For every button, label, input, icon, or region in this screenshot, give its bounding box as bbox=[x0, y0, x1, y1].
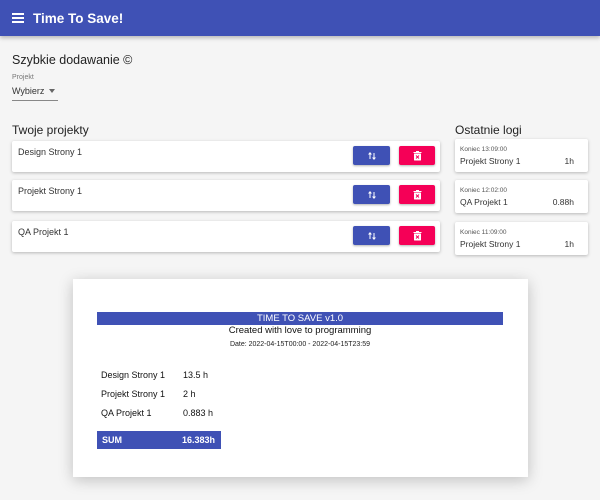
report-sum: SUM 16.383h bbox=[97, 431, 221, 449]
app-bar: Time To Save! bbox=[0, 0, 600, 36]
delete-icon bbox=[413, 150, 421, 160]
log-hours: 1h bbox=[564, 156, 574, 166]
project-card: QA Projekt 1 bbox=[12, 221, 440, 252]
hamburger-menu-icon[interactable] bbox=[12, 13, 24, 23]
log-end-time: Koniec 11:09:00 bbox=[460, 229, 507, 236]
report-row: Design Strony 1 13.5 h bbox=[101, 370, 208, 380]
project-select-label: Projekt bbox=[12, 74, 34, 81]
log-project: Projekt Strony 1 bbox=[460, 156, 521, 166]
swap-vertical-icon bbox=[367, 151, 376, 160]
projects-title: Twoje projekty bbox=[12, 123, 89, 137]
project-select[interactable]: Wybierz bbox=[12, 86, 58, 101]
log-hours: 1h bbox=[564, 239, 574, 249]
project-card: Projekt Strony 1 bbox=[12, 180, 440, 211]
swap-button[interactable] bbox=[353, 146, 390, 165]
log-card: Koniec 13:09:00 Projekt Strony 1 1h bbox=[455, 139, 588, 172]
app-title: Time To Save! bbox=[33, 10, 124, 26]
log-project: QA Projekt 1 bbox=[460, 197, 508, 207]
report-row-value: 2 h bbox=[183, 389, 196, 399]
report-sum-label: SUM bbox=[102, 435, 122, 445]
log-end-time: Koniec 13:09:00 bbox=[460, 146, 507, 153]
delete-button[interactable] bbox=[399, 185, 435, 204]
log-card: Koniec 11:09:00 Projekt Strony 1 1h bbox=[455, 222, 588, 255]
report-row-value: 13.5 h bbox=[183, 370, 209, 380]
project-card: Design Strony 1 bbox=[12, 141, 440, 172]
report-row-name: Design Strony 1 bbox=[101, 370, 166, 380]
dropdown-arrow-icon bbox=[49, 89, 56, 93]
log-hours: 0.88h bbox=[552, 197, 574, 207]
delete-button[interactable] bbox=[399, 146, 435, 165]
project-name: Design Strony 1 bbox=[18, 147, 83, 157]
project-name: Projekt Strony 1 bbox=[18, 186, 83, 196]
report-date: Date: 2022-04-15T00:00 - 2022-04-15T23:5… bbox=[229, 341, 371, 348]
report-preview: TIME TO SAVE v1.0 Created with love to p… bbox=[73, 279, 528, 477]
report-row: QA Projekt 1 0.883 h bbox=[101, 408, 213, 418]
log-project: Projekt Strony 1 bbox=[460, 239, 521, 249]
project-select-value: Wybierz bbox=[12, 86, 45, 96]
delete-button[interactable] bbox=[399, 226, 435, 245]
log-card: Koniec 12:02:00 QA Projekt 1 0.88h bbox=[455, 180, 588, 213]
swap-vertical-icon bbox=[367, 231, 376, 240]
report-sum-value: 16.383h bbox=[182, 435, 216, 445]
report-row-value: 0.883 h bbox=[183, 408, 214, 418]
swap-button[interactable] bbox=[353, 185, 390, 204]
report-subtitle: Created with love to programming bbox=[228, 325, 372, 336]
project-name: QA Projekt 1 bbox=[18, 227, 69, 237]
report-row: Projekt Strony 1 2 h bbox=[101, 389, 196, 399]
delete-icon bbox=[413, 189, 421, 199]
swap-vertical-icon bbox=[367, 190, 376, 199]
delete-icon bbox=[413, 230, 421, 240]
log-end-time: Koniec 12:02:00 bbox=[460, 187, 507, 194]
quick-add-title: Szybkie dodawanie © bbox=[12, 53, 133, 67]
report-header: TIME TO SAVE v1.0 bbox=[97, 312, 503, 325]
report-row-name: Projekt Strony 1 bbox=[101, 389, 166, 399]
report-row-name: QA Projekt 1 bbox=[101, 408, 152, 418]
swap-button[interactable] bbox=[353, 226, 390, 245]
logs-title: Ostatnie logi bbox=[455, 123, 522, 137]
